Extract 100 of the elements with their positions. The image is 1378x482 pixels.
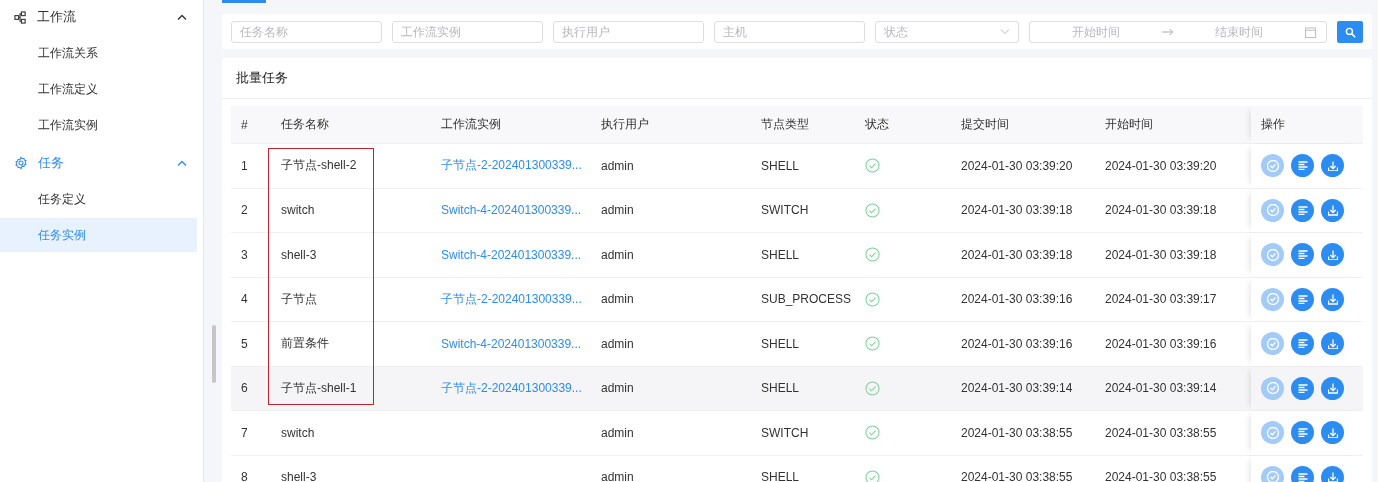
table-cell-text: 2024-01-30 03:39:16 [960, 291, 1074, 309]
instance-link[interactable]: 子节点-2-202401300339... [441, 290, 582, 308]
table-row[interactable]: 1 子节点-shell-2 子节点-2-202401300339... admin SHELL 2024-01-30 03:39:20 2024-01-30 03:39:20 [231, 144, 1363, 189]
table-cell-text: SWITCH [760, 202, 810, 220]
table-cell-text: 7 [240, 424, 249, 442]
text-input[interactable]: 工作流实例 [392, 21, 543, 43]
table-cell-text: admin [600, 380, 635, 398]
lines-icon [1297, 428, 1308, 438]
column-header: 节点类型 [760, 116, 810, 133]
table-cell-text: 2024-01-30 03:39:16 [1104, 335, 1218, 353]
download-icon [1327, 249, 1338, 260]
column-header: 开始时间 [1104, 116, 1154, 133]
instance-link[interactable]: Switch-4-202401300339... [441, 247, 582, 262]
settings-icon [14, 156, 28, 170]
menu-item[interactable]: 工作流关系 [0, 36, 197, 70]
chevron-icon [177, 160, 187, 166]
table-cell-text: SHELL [760, 335, 801, 353]
table-cell-text: admin [600, 157, 635, 175]
arrow-icon [1161, 28, 1174, 36]
table-cell-text: admin [600, 424, 635, 442]
table-cell-text: SHELL [760, 157, 801, 175]
download-button[interactable] [1321, 243, 1344, 267]
log-button[interactable] [1291, 198, 1314, 222]
tab-indicator [222, 0, 266, 3]
download-button[interactable] [1321, 376, 1344, 400]
table-cell-text: 子节点-shell-1 [280, 379, 358, 397]
text-input[interactable]: 任务名称 [231, 21, 382, 43]
table-cell-text: 2024-01-30 03:39:17 [1104, 291, 1218, 309]
table-cell-text: switch [280, 424, 316, 442]
menu-group[interactable]: 任务 [0, 146, 203, 180]
table-cell-text: 8 [240, 469, 249, 482]
table-row[interactable]: 3 shell-3 Switch-4-202401300339... admin SHELL 2024-01-30 03:39:18 2024-01-30 03:39:18 [231, 233, 1363, 278]
log-button[interactable] [1291, 243, 1314, 267]
lines-icon [1297, 205, 1308, 215]
download-button[interactable] [1321, 154, 1344, 178]
text-input[interactable]: 执行用户 [553, 21, 704, 43]
table-cell-text: 6 [240, 380, 249, 398]
lines-icon [1297, 161, 1308, 171]
lines-icon [1297, 294, 1308, 304]
table-cell-text: 2024-01-30 03:38:55 [960, 469, 1074, 482]
lines-icon [1297, 250, 1308, 260]
lines-icon [1297, 339, 1308, 349]
download-button[interactable] [1321, 421, 1344, 445]
table-cell-text: 5 [240, 335, 249, 353]
table-row[interactable]: 7 switch admin SWITCH 2024-01-30 03:38:55 2024-01-30 03:38:55 [231, 411, 1363, 456]
instance-link[interactable]: Switch-4-202401300339... [441, 336, 582, 351]
log-button[interactable] [1291, 465, 1314, 482]
table-row[interactable]: 5 前置条件 Switch-4-202401300339... admin SHELL 2024-01-30 03:39:16 2024-01-30 03:39:16 [231, 322, 1363, 367]
download-button[interactable] [1321, 198, 1344, 222]
table-cell-text: 2024-01-30 03:39:14 [1104, 380, 1218, 398]
table-cell-text: 2024-01-30 03:38:55 [1104, 469, 1218, 482]
download-icon [1327, 294, 1338, 305]
table-cell-text: 子节点-shell-2 [280, 157, 358, 175]
table-cell-text: 4 [240, 291, 249, 309]
table-row[interactable]: 4 子节点 子节点-2-202401300339... admin SUB_PROCESS 2024-01-30 03:39:16 2024-01-30 03:39:17 [231, 277, 1363, 322]
table-cell-text: SWITCH [760, 424, 810, 442]
column-header: 状态 [864, 116, 890, 133]
table-cell-text: shell-3 [280, 469, 318, 482]
workflow-icon [14, 10, 27, 24]
text-input[interactable]: 主机 [714, 21, 865, 43]
scrollbar-thumb[interactable] [212, 325, 216, 383]
download-button[interactable] [1321, 287, 1344, 311]
log-button[interactable] [1291, 376, 1314, 400]
table-row[interactable]: 2 switch Switch-4-202401300339... admin SWITCH 2024-01-30 03:39:18 2024-01-30 03:39:18 [231, 188, 1363, 233]
download-icon [1327, 205, 1338, 216]
table-cell-text: 子节点 [280, 290, 318, 308]
instance-link[interactable]: 子节点-2-202401300339... [441, 157, 582, 175]
menu-item[interactable]: 工作流实例 [0, 108, 197, 142]
table-cell-text: 2024-01-30 03:39:18 [1104, 202, 1218, 220]
table-cell-text: 2024-01-30 03:39:16 [960, 335, 1074, 353]
search-button[interactable] [1337, 21, 1363, 43]
menu-group[interactable]: 工作流 [0, 0, 203, 34]
table-cell-text: shell-3 [280, 246, 318, 264]
table-cell-text: 2024-01-30 03:39:20 [1104, 157, 1218, 175]
table-cell-text: 2024-01-30 03:39:18 [960, 246, 1074, 264]
column-header: 提交时间 [960, 116, 1010, 133]
chevron-icon [177, 14, 187, 20]
log-button[interactable] [1291, 154, 1314, 178]
menu-group-label: 任务 [38, 154, 65, 172]
log-button[interactable] [1291, 332, 1314, 356]
instance-link[interactable]: Switch-4-202401300339... [441, 203, 582, 218]
table-cell-text: switch [280, 202, 316, 220]
table-cell-text: 2024-01-30 03:38:55 [960, 424, 1074, 442]
table-cell-text: 2024-01-30 03:39:18 [960, 202, 1074, 220]
download-button[interactable] [1321, 465, 1344, 482]
download-button[interactable] [1321, 332, 1344, 356]
menu-item[interactable]: 工作流定义 [0, 72, 197, 106]
log-button[interactable] [1291, 421, 1314, 445]
table-cell-text: SUB_PROCESS [760, 291, 853, 309]
search-icon [1344, 26, 1356, 38]
table-cell-text: admin [600, 335, 635, 353]
download-icon [1327, 427, 1338, 438]
menu-item[interactable]: 任务定义 [0, 182, 197, 216]
table-cell-text: 2024-01-30 03:38:55 [1104, 424, 1218, 442]
table-cell-text: 1 [240, 157, 249, 175]
table-cell-text: 3 [240, 246, 249, 264]
log-button[interactable] [1291, 287, 1314, 311]
table-cell-text: 2024-01-30 03:39:18 [1104, 246, 1218, 264]
menu-group-label: 工作流 [37, 8, 77, 26]
table-row[interactable]: 6 子节点-shell-1 子节点-2-202401300339... admin SHELL 2024-01-30 03:39:14 2024-01-30 03:39:14 [231, 366, 1363, 411]
